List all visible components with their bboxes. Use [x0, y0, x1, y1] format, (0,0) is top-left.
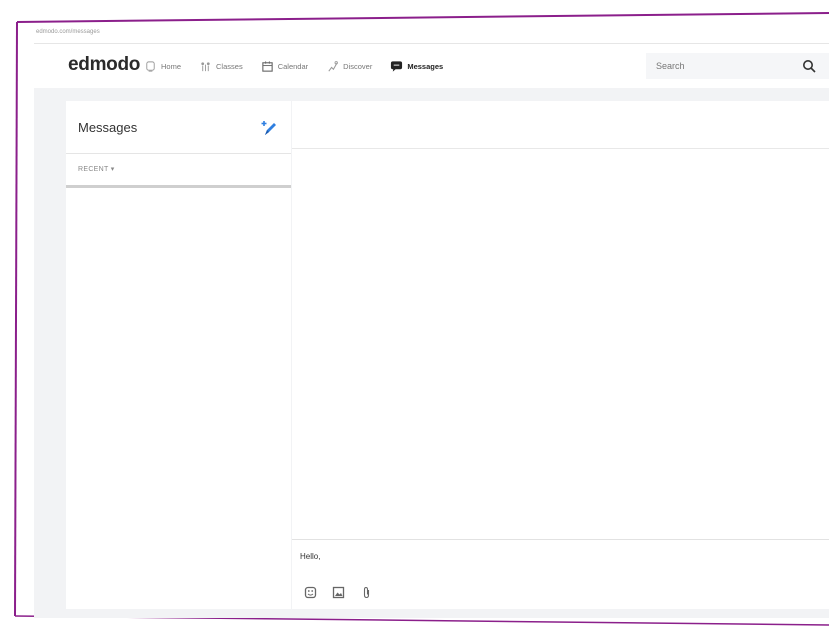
calendar-icon	[262, 60, 273, 72]
message-compose-area[interactable]: Hello,	[292, 539, 829, 610]
message-input-text[interactable]: Hello,	[300, 552, 320, 561]
nav-discover-label: Discover	[343, 61, 373, 71]
search-icon[interactable]	[802, 59, 816, 73]
home-icon	[146, 60, 155, 72]
discover-icon	[328, 60, 339, 71]
nav-classes[interactable]: Classes	[199, 60, 243, 73]
conversation-list-header: Messages	[66, 101, 291, 154]
main-nav: Home Classes Calendar Discover Messages	[144, 44, 461, 88]
new-message-icon[interactable]	[260, 119, 280, 139]
messages-title: Messages	[78, 120, 138, 135]
nav-messages[interactable]: Messages	[390, 60, 443, 73]
conversation-list-panel: Messages RECENT ▾	[66, 101, 291, 609]
classes-icon	[201, 61, 210, 71]
emoji-icon[interactable]	[304, 586, 317, 599]
edmodo-logo[interactable]: edmodo	[68, 54, 140, 76]
nav-messages-label: Messages	[407, 61, 444, 71]
nav-calendar[interactable]: Calendar	[261, 60, 308, 73]
messages-icon	[391, 60, 403, 72]
browser-url-text: edmodo.com/messages	[36, 29, 100, 35]
conversation-panel: Hello,	[292, 101, 829, 609]
nav-home[interactable]: Home	[144, 60, 181, 73]
nav-home-label: Home	[161, 61, 182, 71]
nav-classes-label: Classes	[216, 61, 243, 71]
image-icon[interactable]	[332, 586, 345, 599]
attachment-icon[interactable]	[360, 586, 373, 599]
recent-filter-dropdown[interactable]: RECENT ▾	[78, 165, 115, 173]
nav-discover[interactable]: Discover	[326, 60, 372, 73]
recent-filter-underline	[66, 185, 291, 188]
top-navigation-bar: edmodo Home Classes Calendar Discover Me…	[34, 43, 829, 89]
compose-toolbar	[304, 586, 388, 599]
conversation-header	[292, 101, 829, 149]
nav-calendar-label: Calendar	[277, 61, 309, 71]
